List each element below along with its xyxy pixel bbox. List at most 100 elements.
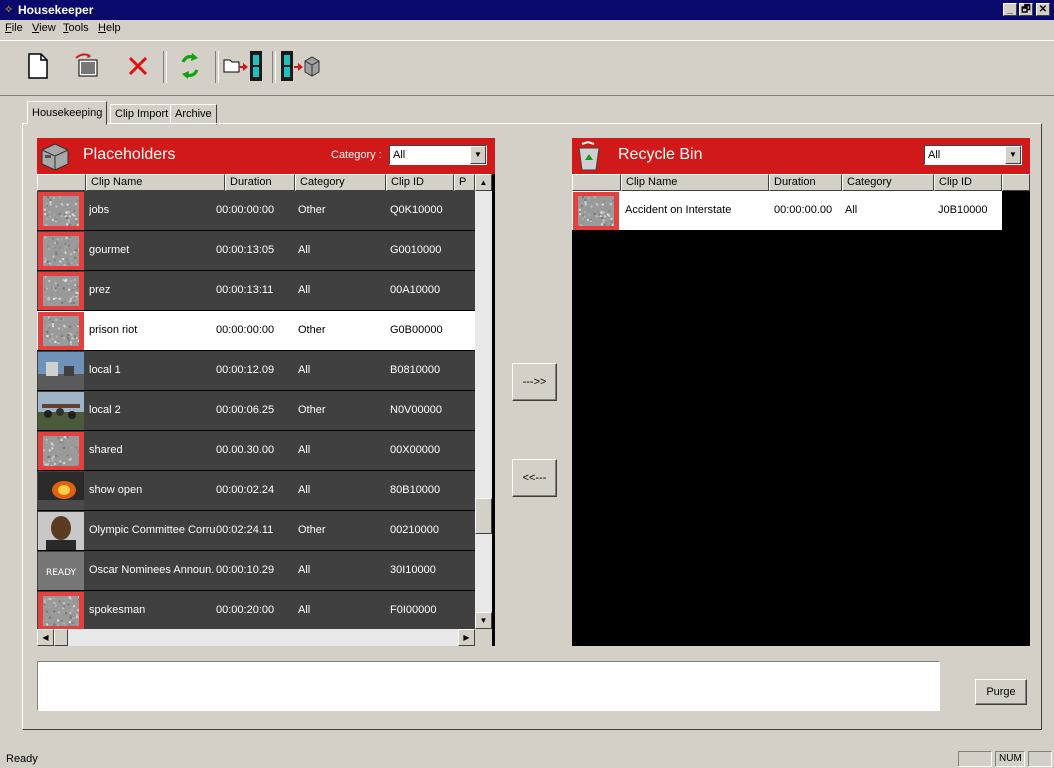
open-clip-icon: [75, 53, 98, 77]
category-cell: Other: [298, 524, 326, 536]
column-header-clip-id[interactable]: Clip ID: [934, 174, 1002, 191]
scroll-left-button[interactable]: ◀: [37, 629, 54, 646]
tab-housekeeping[interactable]: Housekeeping: [27, 101, 108, 125]
clip-thumbnail: [38, 392, 84, 430]
duration-cell: 00:00:13:11: [216, 284, 274, 296]
status-text: Ready: [6, 753, 38, 765]
recycle-filter-dropdown[interactable]: All ▼: [924, 145, 1022, 165]
table-row[interactable]: prison riot 00:00:00:00 Other G0B00000: [37, 311, 475, 351]
category-dropdown[interactable]: All ▼: [389, 145, 487, 165]
scroll-right-button[interactable]: ▶: [458, 629, 475, 646]
menu-help[interactable]: Help: [98, 22, 121, 34]
scroll-up-button[interactable]: ▲: [475, 174, 492, 191]
new-button[interactable]: [20, 49, 56, 83]
clip-id-cell: Q0K10000: [390, 204, 443, 216]
thumbnail-image: [578, 196, 615, 228]
table-row[interactable]: spokesman 00:00:20:00 All F0I00000: [37, 591, 475, 631]
status-pane-blank: [958, 751, 992, 767]
close-button[interactable]: ✕: [1036, 3, 1050, 16]
menu-bar: File View Tools Help: [0, 20, 1054, 38]
menu-view[interactable]: View: [32, 22, 56, 34]
column-header-clip-id[interactable]: Clip ID: [386, 174, 454, 191]
svg-text:READY: READY: [46, 568, 77, 578]
duration-cell: 00:00:02.24: [216, 484, 275, 496]
toolbar: [0, 40, 1054, 96]
clip-id-cell: N0V00000: [390, 404, 442, 416]
column-header-p[interactable]: P: [454, 174, 475, 191]
thumbnail-image: [43, 196, 80, 228]
status-bar: Ready NUM: [0, 750, 1054, 768]
recycle-filter-value: All: [928, 149, 941, 161]
table-row[interactable]: READY Oscar Nominees Announ... 00:00:10.29…: [37, 551, 475, 591]
clip-name-cell: shared: [89, 444, 123, 456]
open-clip-button[interactable]: [70, 49, 106, 83]
duration-cell: 00:00:06.25: [216, 404, 275, 416]
tab-clip-import[interactable]: Clip Import: [110, 104, 174, 125]
refresh-button[interactable]: [172, 49, 208, 83]
thumbnail-image: [43, 276, 80, 308]
column-header-category[interactable]: Category: [842, 174, 934, 191]
column-header-clip-name[interactable]: Clip Name: [86, 174, 225, 191]
clip-id-cell: G0B00000: [390, 324, 443, 336]
clip-name-cell: prison riot: [89, 324, 138, 336]
purge-button[interactable]: Purge: [975, 679, 1027, 705]
row-separator: [572, 230, 1002, 231]
table-row[interactable]: gourmet 00:00:13:05 All G0010000: [37, 231, 475, 271]
table-row[interactable]: Accident on Interstate 00:00:00.00 All J0B1…: [572, 191, 1002, 231]
minimize-button[interactable]: _: [1003, 3, 1017, 16]
scroll-thumb[interactable]: [475, 498, 492, 534]
restore-from-recycle-button[interactable]: <<---: [512, 459, 557, 497]
num-lock-indicator: NUM: [995, 751, 1025, 767]
clip-name-cell: gourmet: [89, 244, 130, 256]
recycle-bin-header: Recycle Bin All ▼: [572, 138, 1030, 174]
clip-name-cell: Oscar Nominees Announ...: [89, 564, 215, 576]
table-row[interactable]: Olympic Committee Corru... 00:02:24.11 Oth…: [37, 511, 475, 551]
clip-thumbnail: [38, 192, 84, 230]
column-header-category[interactable]: Category: [295, 174, 386, 191]
restore-button[interactable]: 🗗: [1019, 3, 1033, 16]
filmstrip-to-archive-button[interactable]: [278, 49, 322, 83]
column-header-duration[interactable]: Duration: [769, 174, 842, 191]
table-row[interactable]: show open 00:00:02.24 All 80B10000: [37, 471, 475, 511]
clip-name-cell: jobs: [89, 204, 110, 216]
message-box[interactable]: [37, 661, 940, 711]
category-cell: All: [298, 284, 311, 296]
placeholders-vertical-scrollbar[interactable]: ▲ ▼: [475, 174, 492, 629]
delete-icon: [128, 56, 148, 76]
scroll-down-button[interactable]: ▼: [475, 612, 492, 629]
category-cell: Other: [298, 204, 326, 216]
table-row[interactable]: local 1 00:00:12.09 All B0810000: [37, 351, 475, 391]
clip-thumbnail: [38, 592, 84, 630]
horizontal-scroll-thumb[interactable]: [54, 629, 68, 646]
clip-id-cell: J0B10000: [938, 204, 988, 216]
toolbar-separator: [215, 51, 219, 83]
move-to-filmstrip-button[interactable]: [222, 49, 266, 83]
clip-thumbnail: [38, 512, 84, 550]
refresh-icon: [181, 53, 199, 79]
move-to-recycle-button[interactable]: --->>: [512, 363, 557, 401]
table-row[interactable]: local 2 00:00:06.25 Other N0V00000: [37, 391, 475, 431]
toolbar-separator: [272, 51, 276, 83]
app-icon: ✧: [4, 4, 14, 16]
tab-archive[interactable]: Archive: [170, 104, 217, 125]
menu-tools[interactable]: Tools: [63, 22, 89, 34]
column-header-duration[interactable]: Duration: [225, 174, 295, 191]
thumbnail-image: [43, 236, 81, 268]
status-pane-blank: [1028, 751, 1052, 767]
clip-id-cell: B0810000: [390, 364, 441, 376]
table-row[interactable]: shared 00.00.30.00 All 00X00000: [37, 431, 475, 471]
placeholders-grid: Clip Name Duration Category Clip ID P jo…: [37, 174, 495, 646]
chevron-down-icon[interactable]: ▼: [1005, 146, 1021, 164]
placeholders-horizontal-scrollbar[interactable]: ◀ ▶: [37, 629, 475, 646]
clip-thumbnail: [38, 312, 84, 350]
clip-name-cell: spokesman: [89, 604, 146, 616]
thumbnail-image: [43, 596, 81, 628]
table-row[interactable]: prez 00:00:13:11 All 00A10000: [37, 271, 475, 311]
move-to-filmstrip-icon: [223, 51, 262, 81]
chevron-down-icon[interactable]: ▼: [470, 146, 486, 164]
menu-file[interactable]: File: [5, 22, 23, 34]
clip-id-cell: 00210000: [390, 524, 439, 536]
delete-button[interactable]: [120, 49, 156, 83]
table-row[interactable]: jobs 00:00:00:00 Other Q0K10000: [37, 191, 475, 231]
column-header-clip-name[interactable]: Clip Name: [621, 174, 769, 191]
